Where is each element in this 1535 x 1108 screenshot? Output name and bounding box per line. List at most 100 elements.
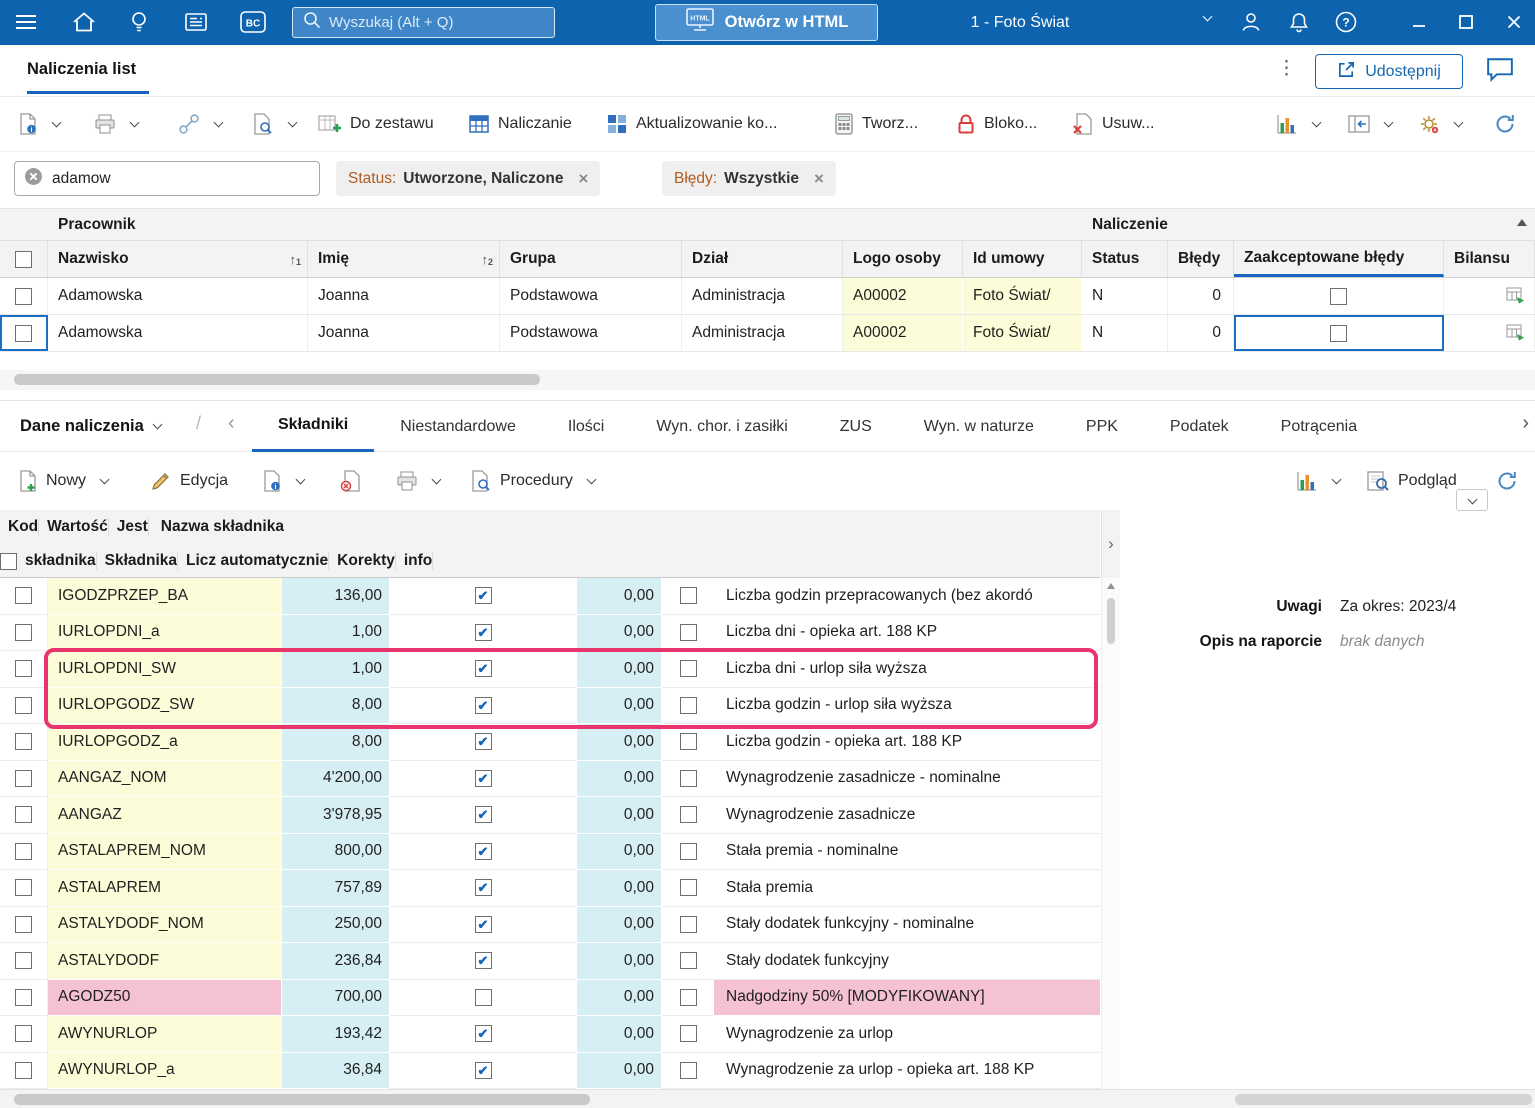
procedury-button[interactable]: Procedury [470, 470, 597, 492]
idea-lightbulb-icon[interactable] [128, 10, 150, 34]
col-grupa[interactable]: Grupa [500, 241, 682, 277]
licz-checkbox[interactable] [474, 1061, 492, 1079]
cell-licz-automatycznie[interactable] [390, 907, 576, 943]
col-id-umowy[interactable]: Id umowy [963, 241, 1082, 277]
row-checkbox[interactable] [15, 623, 32, 641]
clear-filter-icon[interactable] [24, 167, 43, 191]
horizontal-scrollbar-upper[interactable] [0, 370, 1535, 390]
cell-jest-info[interactable] [662, 615, 714, 651]
col-status[interactable]: Status [1082, 241, 1168, 277]
column-options-icon[interactable] [1517, 219, 1527, 226]
licz-checkbox[interactable] [474, 879, 492, 897]
col-skladnika[interactable]: Składnika [97, 552, 179, 570]
accepted-errors-checkbox[interactable] [1330, 324, 1347, 342]
col-bilansu[interactable]: Bilansu [1444, 241, 1535, 277]
col-logo-osoby[interactable]: Logo osoby [843, 241, 963, 277]
col-bledy[interactable]: Błędy [1168, 241, 1234, 277]
row-selector[interactable] [0, 943, 48, 980]
employee-row[interactable]: Adamowska Joanna Podstawowa Administracj… [0, 278, 1535, 315]
component-row[interactable]: IURLOPDNI_SW 1,00 0,00 Liczba dni - urlo… [0, 651, 1100, 688]
info-checkbox[interactable] [679, 988, 697, 1006]
select-all-checkbox[interactable] [0, 241, 48, 277]
more-options-icon[interactable]: ⋮ [1277, 57, 1296, 80]
row-selector[interactable] [0, 906, 48, 943]
usuwanie-button[interactable]: Usuw... [1072, 113, 1154, 135]
cell-licz-automatycznie[interactable] [390, 724, 576, 761]
podglad-button[interactable]: Podgląd [1366, 470, 1457, 492]
do-zestawu-button[interactable]: Do zestawu [318, 113, 434, 135]
row-checkbox[interactable] [15, 915, 32, 933]
horizontal-scrollbar-lower[interactable] [0, 1089, 1535, 1108]
scrollbar-thumb[interactable] [14, 1094, 590, 1105]
scrollbar-thumb[interactable] [14, 374, 540, 385]
new-document-button[interactable]: i [18, 113, 62, 135]
component-row[interactable]: AANGAZ 3'978,95 0,00 Wynagrodzenie zasad… [0, 797, 1100, 834]
col-jest-line1[interactable]: Jest [109, 518, 149, 536]
quick-filter[interactable] [14, 161, 320, 196]
filter-chip-status[interactable]: Status: Utworzone, Naliczone × [336, 161, 601, 196]
licz-checkbox[interactable] [474, 733, 492, 751]
cell-jest-info[interactable] [662, 907, 714, 943]
document-search-button[interactable] [252, 113, 298, 135]
row-selector[interactable] [0, 797, 48, 834]
next-column-expander[interactable]: › [1101, 510, 1120, 578]
scrollbar-thumb[interactable] [1107, 598, 1115, 644]
col-korekty[interactable]: Korekty [329, 552, 396, 570]
row-checkbox[interactable] [15, 806, 32, 824]
naliczanie-button[interactable]: Naliczanie [468, 113, 572, 135]
col-kod-line2[interactable]: składnika [17, 552, 97, 570]
tab-potrącenia[interactable]: Potrącenia [1255, 401, 1384, 452]
licz-checkbox[interactable] [474, 842, 492, 860]
row-selector[interactable] [0, 724, 48, 761]
licz-checkbox[interactable] [474, 988, 492, 1006]
uwagi-value[interactable]: Za okres: 2023/4 [1340, 598, 1456, 616]
cell-licz-automatycznie[interactable] [390, 578, 576, 615]
tab-wyn-w-naturze[interactable]: Wyn. w naturze [898, 401, 1060, 452]
info-checkbox[interactable] [679, 660, 697, 678]
tabs-scroll-left-icon[interactable]: ‹ [228, 412, 235, 435]
component-row[interactable]: AGODZ50 700,00 0,00 Nadgodziny 50% [MODY… [0, 979, 1100, 1016]
licz-checkbox[interactable] [474, 587, 492, 605]
info-checkbox[interactable] [679, 806, 697, 824]
settings-gear-button[interactable] [1418, 113, 1464, 135]
component-row[interactable]: ASTALYDODF_NOM 250,00 0,00 Stały dodatek… [0, 906, 1100, 943]
cell-jest-info[interactable] [662, 761, 714, 797]
component-row[interactable]: ASTALAPREM_NOM 800,00 0,00 Stała premia … [0, 833, 1100, 870]
chart-view-button[interactable] [1276, 113, 1322, 135]
cell-licz-automatycznie[interactable] [390, 1053, 576, 1089]
tab-niestandardowe[interactable]: Niestandardowe [374, 401, 542, 452]
opis-value[interactable]: brak danych [1340, 633, 1424, 651]
row-checkbox[interactable] [15, 587, 32, 605]
delete-row-button[interactable] [340, 470, 362, 492]
row-checkbox[interactable] [15, 988, 32, 1006]
info-checkbox[interactable] [679, 879, 697, 897]
cell-jest-info[interactable] [662, 943, 714, 980]
info-checkbox[interactable] [679, 1025, 697, 1043]
licz-checkbox[interactable] [474, 696, 492, 714]
hamburger-menu-icon[interactable] [14, 12, 38, 32]
notifications-bell-icon[interactable] [1288, 11, 1310, 33]
cell-jest-info[interactable] [662, 1016, 714, 1053]
cell-jest-info[interactable] [662, 834, 714, 870]
print-button[interactable] [94, 114, 140, 134]
tab-podatek[interactable]: Podatek [1144, 401, 1255, 452]
vertical-scrollbar[interactable] [1101, 578, 1120, 1089]
chat-icon[interactable] [1486, 57, 1514, 88]
cell-zaakceptowane-bledy[interactable] [1234, 278, 1444, 314]
col-kod-line1[interactable]: Kod [0, 518, 40, 536]
tab-składniki[interactable]: Składniki [252, 401, 375, 452]
cell-jest-info[interactable] [662, 651, 714, 688]
panel-expander-button[interactable] [1456, 489, 1488, 511]
cell-licz-automatycznie[interactable] [390, 688, 576, 724]
link-button[interactable] [178, 113, 224, 135]
row-selector[interactable] [0, 278, 48, 314]
row-selector[interactable] [0, 614, 48, 651]
component-row[interactable]: ASTALYDODF 236,84 0,00 Stały dodatek fun… [0, 943, 1100, 980]
news-icon[interactable] [184, 11, 208, 33]
refresh-icon[interactable] [1494, 113, 1516, 135]
global-search[interactable] [292, 7, 555, 38]
components-select-all[interactable] [0, 552, 17, 570]
aktualizowanie-button[interactable]: Aktualizowanie ko... [606, 113, 777, 135]
cell-licz-automatycznie[interactable] [390, 1016, 576, 1053]
licz-checkbox[interactable] [474, 1025, 492, 1043]
